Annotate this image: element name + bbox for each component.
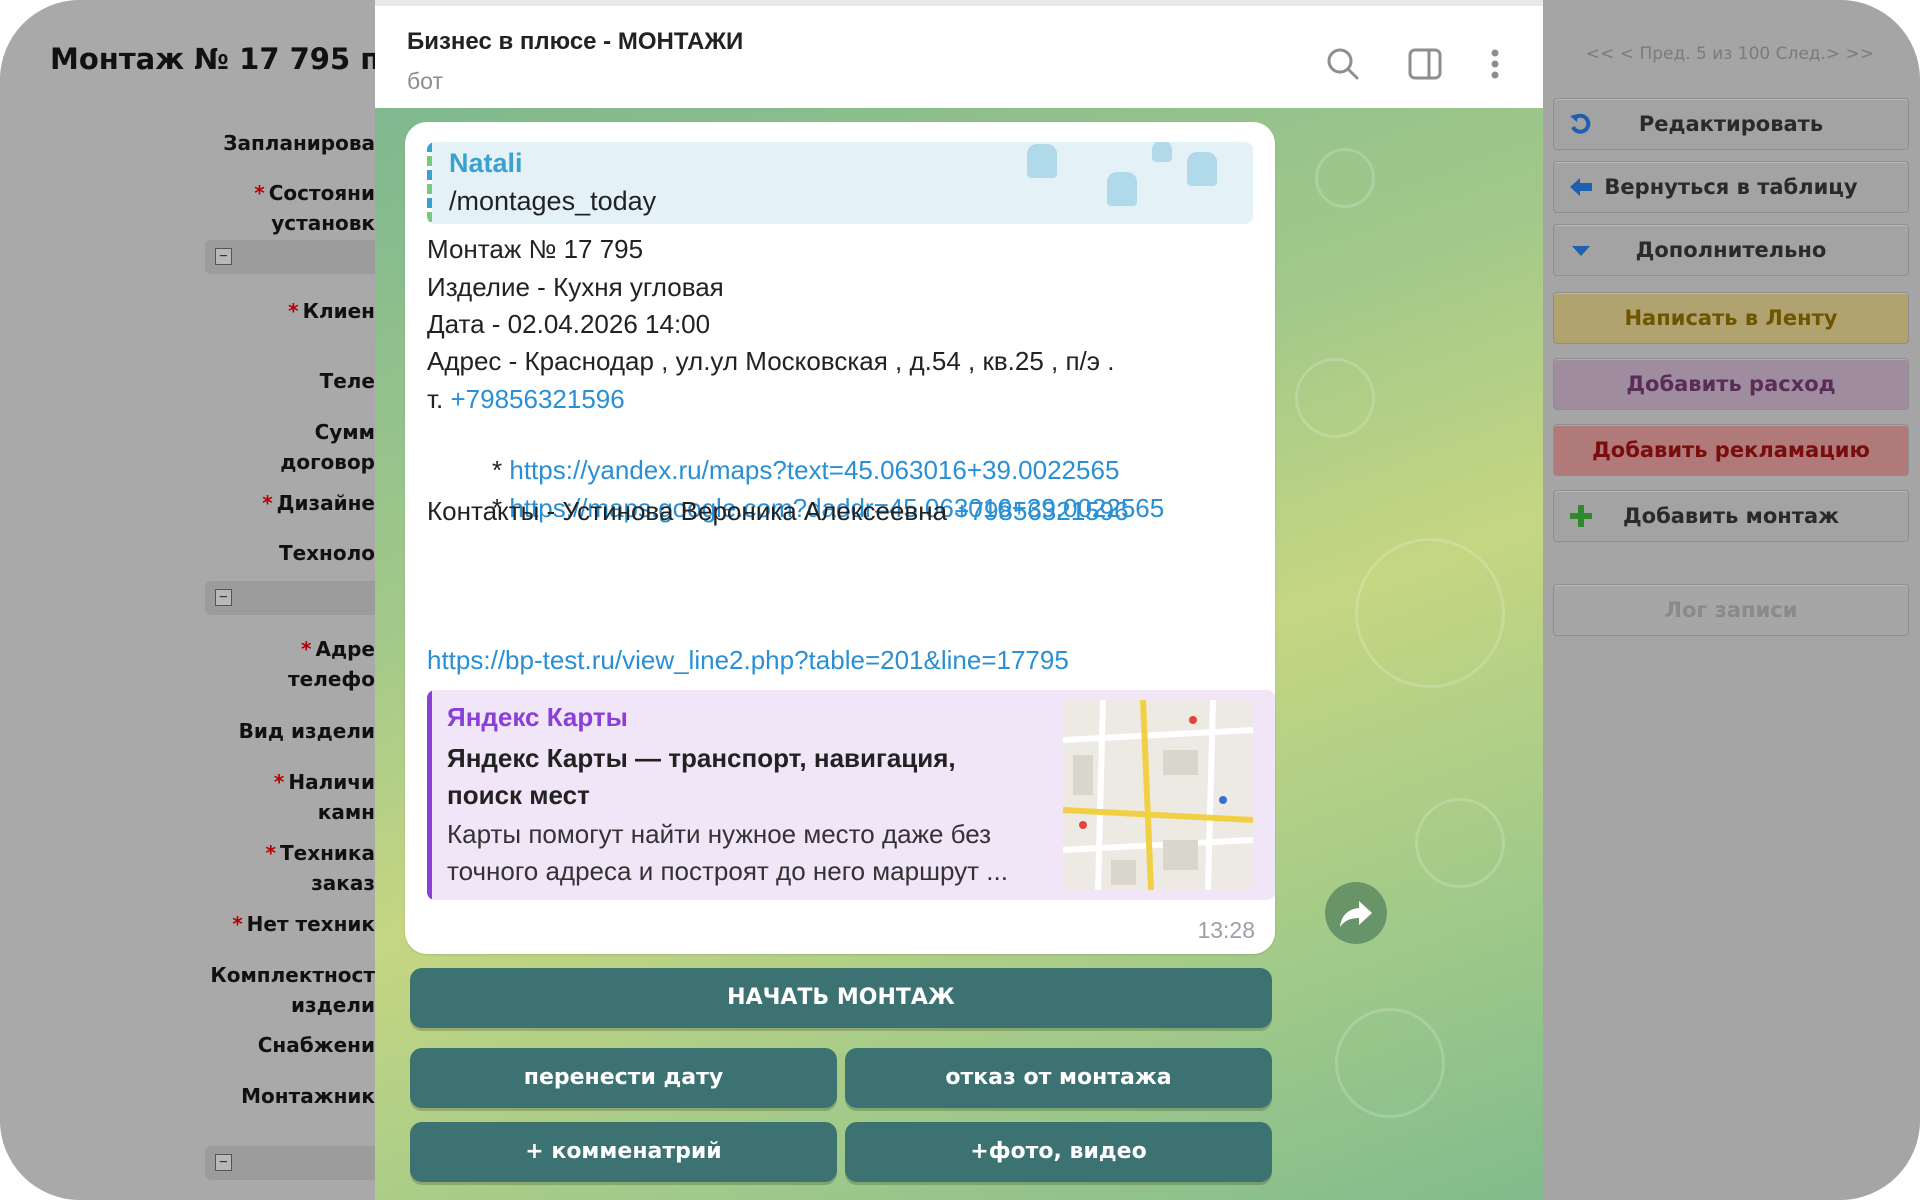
contact-phone-link[interactable]: +79856321596 [954,496,1128,526]
phone-link[interactable]: +79856321596 [450,384,624,414]
background-doodle [1335,1008,1445,1118]
preview-accent-stripe [427,690,432,900]
reply-accent-stripe [427,142,432,224]
forward-icon[interactable] [1325,882,1387,944]
plus-icon [1570,505,1592,527]
background-doodle [1355,538,1505,688]
start-montage-button[interactable]: НАЧАТЬ МОНТАЖ [410,968,1272,1028]
telegram-chat-window: Бизнес в плюсе - МОНТАЖИ бот Natali /mon… [375,0,1543,1200]
bell-icon [1187,152,1217,186]
message-line-contacts: Контакты - Устинова Вероника Алексеевна … [427,496,1129,526]
field-label-sum: Сумм [314,420,375,444]
field-label-address-phone: телефо [288,667,375,691]
reply-quote[interactable]: Natali /montages_today [427,142,1253,224]
field-label-client: * Клиен [288,299,375,323]
message-line-phone: т. +79856321596 [427,384,625,414]
search-icon[interactable] [1323,44,1363,84]
refresh-arrow-icon [1570,113,1591,134]
background-doodle [1315,148,1375,208]
message-line-record: https://bp-test.ru/view_line2.php?table=… [427,643,1069,677]
field-label-completeness-cont: издели [290,993,375,1017]
section-collapse-bar[interactable]: − [205,581,375,615]
field-label-designer: * Дизайне [262,491,375,515]
chat-subtitle: бот [407,68,443,94]
map-thumbnail [1063,700,1253,890]
refuse-montage-button[interactable]: отказ от монтажа [845,1048,1272,1108]
add-comment-button[interactable]: + комменатрий [410,1122,837,1182]
record-link[interactable]: https://bp-test.ru/view_line2.php?table=… [427,645,1069,675]
field-label-state: * Состояни [254,181,375,205]
bell-icon [1027,144,1057,178]
message-line-date: Дата - 02.04.2026 14:00 [427,309,711,339]
background-doodle [1415,798,1505,888]
field-label-appliances: * Техника [265,841,375,865]
message-line-montage: Монтаж № 17 795 [427,234,644,264]
record-pagination[interactable]: << < Пред. 5 из 100 След.> >> [1580,44,1880,64]
arrow-left-icon [1570,178,1592,196]
reply-author: Natali [449,148,523,178]
field-label-planned: Запланирова [223,131,375,155]
sidebar-toggle-icon[interactable] [1405,44,1445,84]
bell-icon [1152,142,1172,162]
collapse-icon[interactable]: − [215,1154,232,1171]
field-label-contract: договор [280,450,375,474]
more-vertical-icon[interactable] [1475,44,1515,84]
field-label-technologist: Техноло [278,541,375,565]
preview-description: Карты помогут найти нужное место даже бе… [447,819,1008,886]
collapse-icon[interactable]: − [215,248,232,265]
section-collapse-bar[interactable]: − [205,240,375,274]
field-label-supply: Снабжени [257,1033,375,1057]
collapse-icon[interactable]: − [215,589,232,606]
field-label-installer: Монтажник [241,1084,375,1108]
field-label-product-type: Вид издели [238,719,375,743]
field-label-state-cont: установк [271,211,375,235]
section-collapse-bar[interactable]: − [205,1146,375,1180]
field-label-appliances-cont: заказ [311,871,375,895]
field-label-stone-cont: камн [317,800,375,824]
message-line-product: Изделие - Кухня угловая [427,272,724,302]
field-label-address: * Адре [301,637,375,661]
bot-message: Natali /montages_today Монтаж № 17 795 И… [405,122,1275,954]
field-label-no-appliances: * Нет техник [232,912,375,936]
screen-frame: Монтаж № 17 795 по Запланирова * Состояни… [0,0,1920,1200]
preview-title: Яндекс Карты — транспорт, навигация, пои… [447,743,956,810]
back-to-table-button[interactable]: Вернуться в таблицу [1553,161,1909,213]
page-title: Монтаж № 17 795 по [50,42,401,76]
preview-site-name: Яндекс Карты [447,702,628,732]
triangle-down-icon [1572,246,1590,256]
edit-button[interactable]: Редактировать [1553,98,1909,150]
chat-title[interactable]: Бизнес в плюсе - МОНТАЖИ [407,28,743,56]
background-doodle [1295,358,1375,438]
bell-icon [1107,172,1137,206]
more-options-button[interactable]: Дополнительно [1553,224,1909,276]
add-claim-button[interactable]: Добавить рекламацию [1553,424,1909,476]
record-form-panel: Монтаж № 17 795 по Запланирова * Состояни… [0,0,400,1200]
record-log-button[interactable]: Лог записи [1553,584,1909,636]
field-label-stone: * Наличи [273,770,375,794]
link-preview-card[interactable]: Яндекс Карты Яндекс Карты — транспорт, н… [427,690,1275,900]
field-label-completeness: Комплектност [210,963,375,987]
add-media-button[interactable]: +фото, видео [845,1122,1272,1182]
write-feed-button[interactable]: Написать в Ленту [1553,292,1909,344]
add-montage-button[interactable]: Добавить монтаж [1553,490,1909,542]
reply-text: /montages_today [449,186,657,216]
message-line-address: Адрес - Краснодар , ул.ул Московская , д… [427,346,1115,376]
field-label-phone: Теле [319,369,375,393]
reschedule-button[interactable]: перенести дату [410,1048,837,1108]
add-expense-button[interactable]: Добавить расход [1553,358,1909,410]
message-time: 13:28 [1197,917,1255,943]
chat-header: Бизнес в плюсе - МОНТАЖИ бот [375,0,1543,108]
